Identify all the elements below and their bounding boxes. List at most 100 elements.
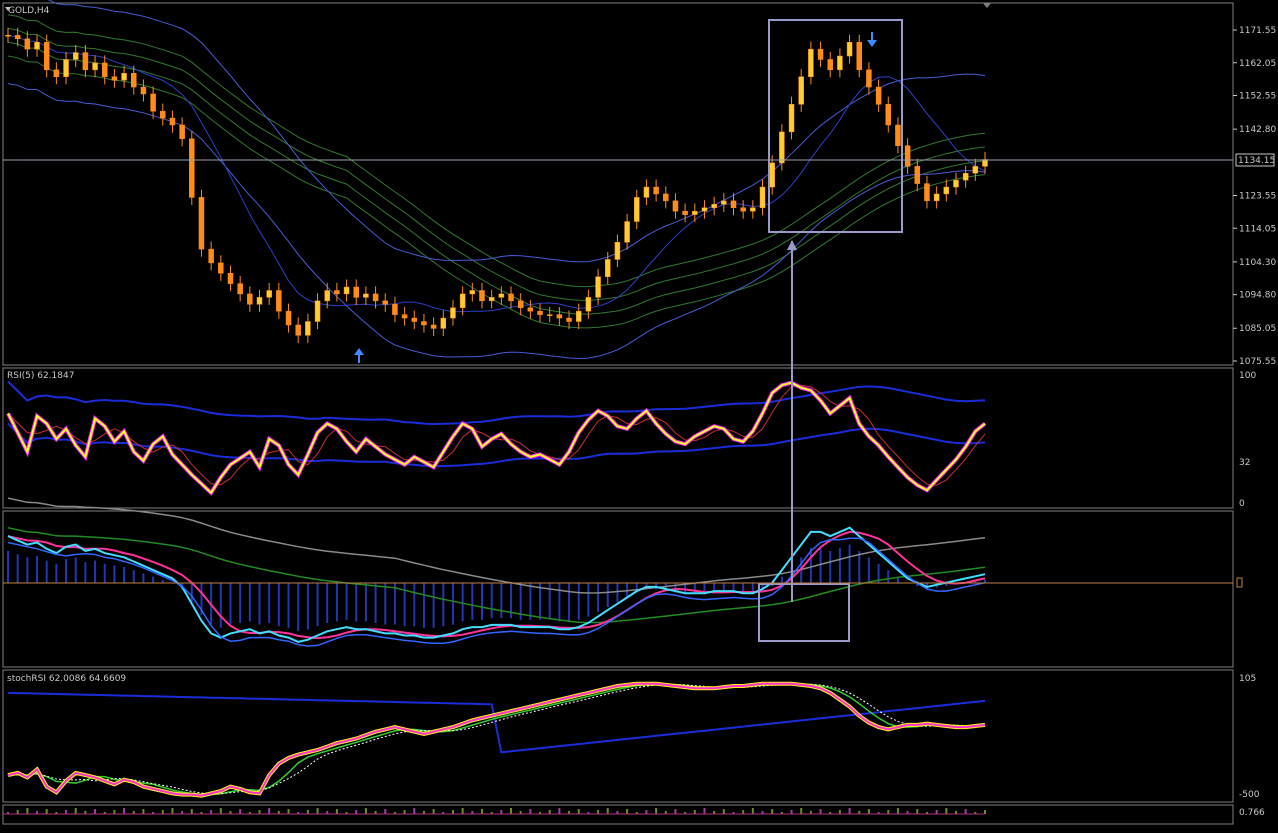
stochrsi-panel-title: stochRSI 62.0086 64.6609	[7, 674, 126, 684]
candle-body	[740, 207, 746, 212]
candle-body	[295, 324, 301, 336]
rsi-tick-label: 32	[1239, 458, 1250, 468]
candle-body	[779, 131, 785, 164]
candle-body	[440, 317, 447, 329]
candle-body	[498, 293, 505, 298]
candle-body	[817, 48, 824, 60]
candle-body	[24, 38, 31, 50]
candle-body	[198, 197, 205, 250]
candle-body	[353, 286, 359, 298]
bottom-histogram: 0.766	[3, 808, 1265, 818]
price-tick-label: 1114.05	[1239, 224, 1276, 234]
candle-body	[266, 290, 272, 298]
candle-body	[537, 310, 543, 315]
connector-arrow-icon	[787, 240, 797, 250]
macd-slow-line	[7, 497, 986, 594]
candle-body	[750, 207, 756, 212]
bollinger-line	[47, 0, 986, 263]
candle-body	[14, 35, 21, 40]
price-axis: 1171.55 1162.05 1152.55 1142.80 1123.55 1114.…	[1233, 26, 1276, 367]
candle-body	[430, 324, 437, 329]
ma-band-line	[7, 14, 986, 288]
candle-body	[363, 293, 369, 298]
candle-body	[972, 166, 979, 174]
bollinger-line	[7, 34, 986, 313]
candle-body	[247, 293, 253, 305]
candle-body	[875, 86, 882, 105]
candle-body	[392, 304, 398, 315]
candle-body	[953, 179, 959, 188]
candle-body	[672, 200, 679, 212]
trading-terminal-chart: GOLD,H4 RSI(5) 62.1847 stochRSI 62.0086 …	[0, 0, 1278, 833]
candle-body	[34, 41, 40, 50]
candle-body	[904, 145, 911, 167]
rsi-lines: 100 32 0	[6, 371, 1256, 509]
bollinger-line	[7, 83, 986, 360]
candle-body	[643, 186, 650, 198]
candle-body	[372, 293, 379, 302]
candle-body	[401, 314, 408, 319]
candle-body	[411, 317, 418, 322]
stoch-ma-line	[7, 691, 986, 754]
candle-body	[150, 93, 156, 112]
stochrsi-tick-label: -500	[1239, 790, 1260, 800]
candle-body	[788, 104, 795, 133]
candle-body	[479, 290, 485, 302]
highlight-box-macd	[758, 583, 850, 642]
candle-body	[663, 193, 669, 202]
candle-body	[556, 314, 563, 319]
price-tick-label: 1104.30	[1239, 258, 1276, 268]
candle-body	[721, 200, 727, 205]
candle-body	[218, 262, 224, 274]
price-tick-label: 1094.80	[1239, 291, 1276, 301]
candle-body	[701, 207, 708, 212]
candle-body	[72, 52, 79, 60]
candle-body	[730, 200, 737, 208]
candle-body	[63, 59, 69, 77]
candle-body	[276, 290, 282, 312]
candle-body	[933, 193, 940, 202]
candle-body	[227, 273, 234, 284]
chart-svg[interactable]: GOLD,H4 RSI(5) 62.1847 stochRSI 62.0086 …	[0, 0, 1278, 833]
rsi-shadow-line	[6, 380, 987, 496]
candle-body	[469, 290, 476, 295]
price-tick-label: 1142.80	[1239, 125, 1276, 135]
candle-body	[856, 41, 862, 71]
candle-body	[324, 290, 330, 302]
stoch-shadow-line	[7, 681, 986, 798]
candle-body	[488, 297, 495, 302]
candle-body	[82, 52, 89, 71]
candle-body	[604, 259, 611, 277]
candle-body	[575, 310, 582, 322]
ma-band-line	[7, 41, 986, 315]
candle-body	[160, 110, 166, 119]
candle-body	[121, 73, 127, 81]
rsi-tick-label: 100	[1239, 371, 1256, 381]
price-candles	[5, 27, 988, 343]
rsi-tick-label: 0	[1239, 499, 1245, 509]
price-tick-label: 1123.55	[1239, 192, 1276, 202]
macd-zero-marker	[1236, 577, 1243, 588]
candle-body	[566, 317, 572, 322]
candle-body	[653, 186, 659, 195]
candle-body	[43, 41, 50, 71]
rsi-panel-frame	[2, 367, 1234, 509]
scroll-marker-icon[interactable]	[983, 3, 991, 8]
price-guides	[7, 0, 986, 360]
candle-body	[846, 41, 853, 57]
candle-body	[421, 321, 427, 326]
candle-body	[169, 117, 176, 126]
candle-body	[237, 283, 243, 295]
current-price-label: 1134.15	[1238, 156, 1275, 166]
stochrsi-tick-label: 105	[1239, 674, 1256, 684]
candle-body	[382, 300, 389, 305]
candle-body	[517, 300, 524, 308]
candle-body	[711, 204, 717, 208]
buy-arrow-icon	[354, 348, 364, 363]
candle-body	[634, 197, 640, 222]
candle-body	[101, 62, 108, 77]
macd-ma-line	[7, 526, 986, 624]
price-tick-label: 1075.55	[1239, 357, 1276, 367]
macd-lines	[7, 497, 986, 647]
candle-body	[459, 293, 466, 308]
